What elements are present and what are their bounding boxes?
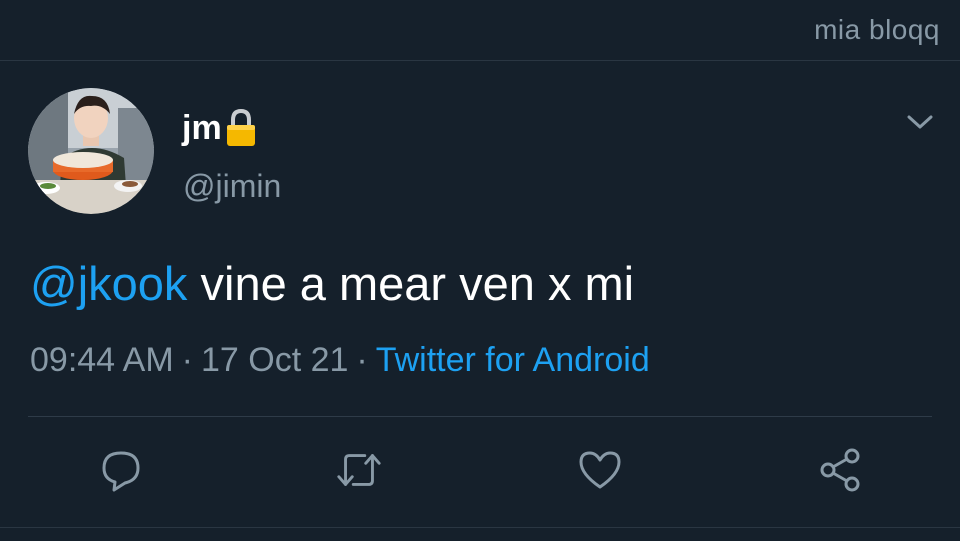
tweet-text: @jkook vine a mear ven x mi [30,256,634,311]
tweet-time: 09:44 AM [30,341,174,379]
share-button[interactable] [815,445,865,495]
action-bar [0,440,960,500]
watermark-text: mia bloqq [814,14,940,45]
retweet-button[interactable] [334,445,384,495]
author-handle[interactable]: @jimin [183,168,281,205]
lock-icon [224,108,258,148]
share-icon [820,448,860,492]
tweet-date: 17 Oct 21 [200,341,349,379]
display-name[interactable]: jm [182,109,222,148]
top-bar: mia bloqq [0,0,960,61]
chevron-down-icon[interactable] [904,110,936,134]
avatar[interactable] [28,88,154,214]
bottom-divider [0,527,960,528]
tweet-meta: 09:44 AM · 17 Oct 21 · Twitter for Android [30,341,650,380]
retweet-icon [337,454,381,486]
tweet-screen: mia bloqq jm @jimin @jkook vine a mear v… [0,0,960,541]
author-name-row[interactable]: jm [182,108,258,148]
meta-separator: · [356,341,368,379]
mention-link[interactable]: @jkook [30,257,187,310]
tweet-body: vine a mear ven x mi [187,257,635,310]
reply-button[interactable] [96,445,146,495]
meta-separator: · [181,341,193,379]
like-button[interactable] [575,445,625,495]
tweet-source-link[interactable]: Twitter for Android [376,341,650,379]
divider [28,416,932,417]
heart-icon [579,451,621,489]
reply-icon [102,451,140,492]
